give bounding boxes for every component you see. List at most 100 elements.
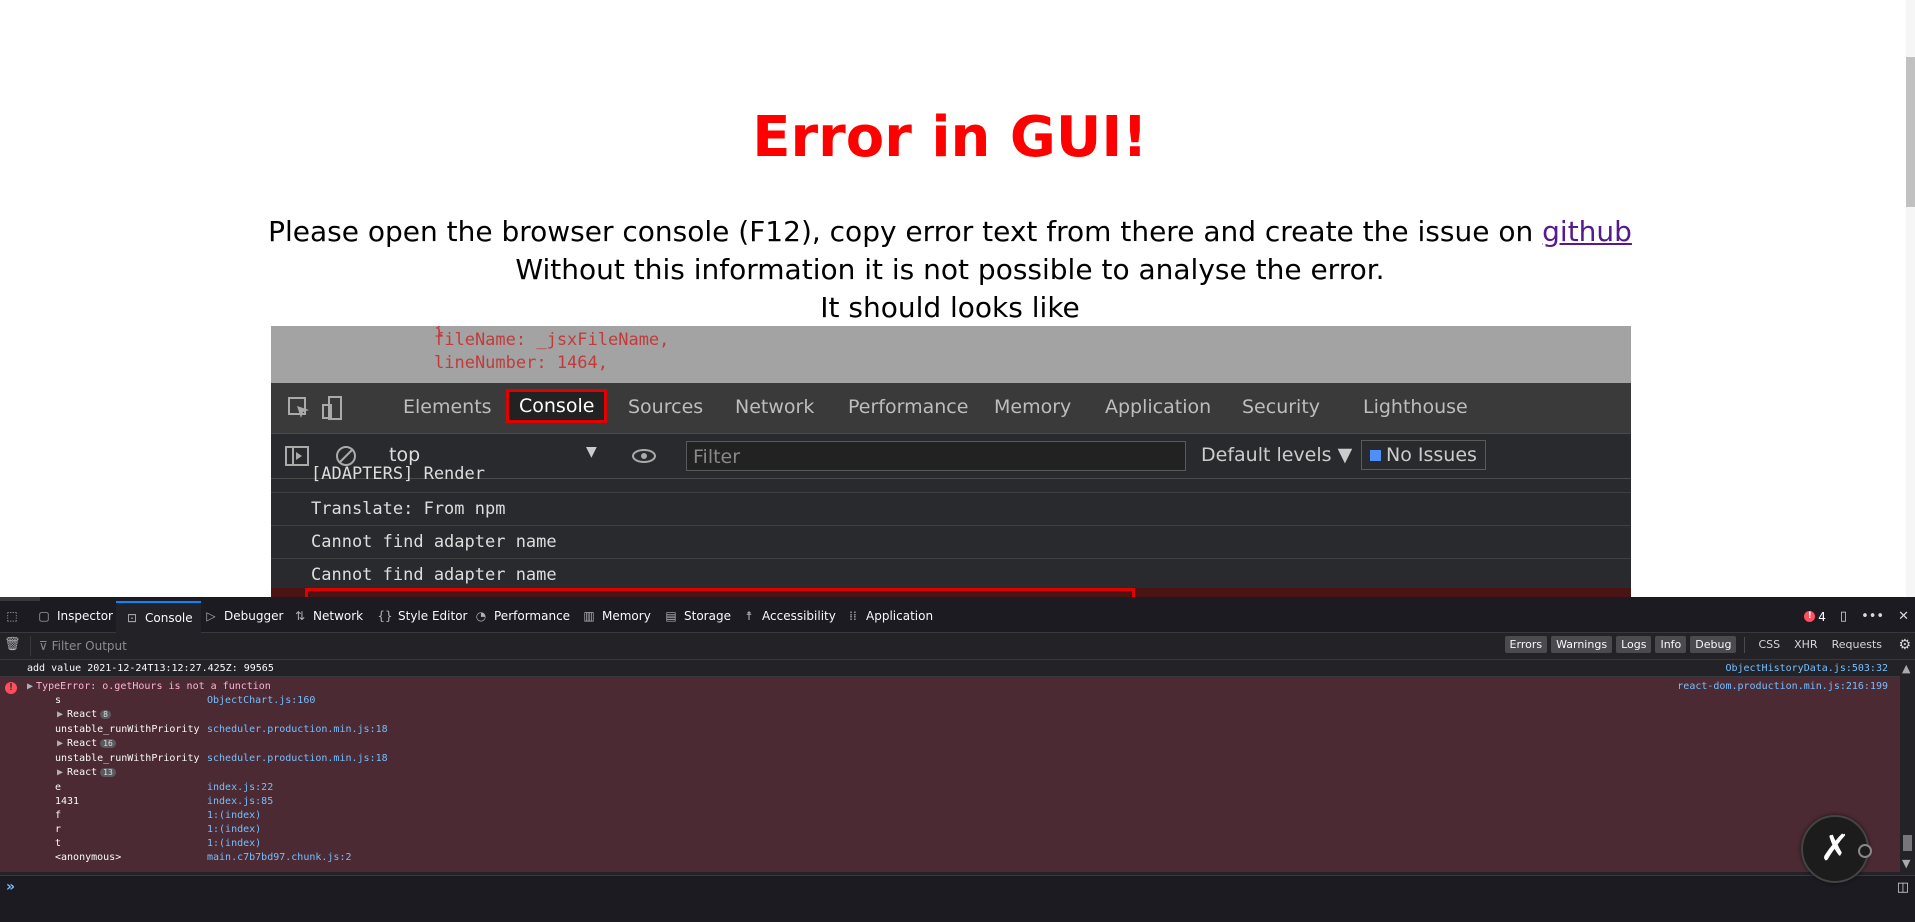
error-source-link[interactable]: react-dom.production.min.js:216:199 — [1677, 681, 1888, 692]
style-editor-icon: {} — [377, 609, 393, 623]
sample-tab-elements: Elements — [403, 396, 492, 418]
console-input[interactable]: » ◫ — [0, 875, 1915, 922]
filter-info-toggle[interactable]: Info — [1655, 636, 1687, 653]
dropdown-arrow-icon: ▼ — [586, 444, 597, 460]
console-filter-bar: 🗑 ⊽ Filter Output Errors Warnings Logs I… — [0, 633, 1915, 660]
stack-frame: t 1:(index) — [55, 838, 262, 849]
error-count-badge[interactable]: ! 4 — [1804, 610, 1826, 624]
sample-filter-input: Filter — [686, 441, 1186, 471]
stack-frame-link[interactable]: ObjectChart.js:160 — [207, 695, 315, 706]
tab-label: Accessibility — [762, 609, 836, 623]
stack-frame-group[interactable]: ▶ React 8 — [57, 709, 111, 720]
example-caption: It should looks like — [820, 291, 1080, 324]
sample-tab-network: Network — [735, 396, 815, 418]
stack-frame-group[interactable]: ▶ React 13 — [57, 767, 116, 778]
console-error-message: ! ▶ TypeError: o.getHours is not a functi… — [0, 677, 1900, 872]
tab-application[interactable]: ⁞⁞ Application — [845, 601, 933, 632]
sample-tab-memory: Memory — [994, 396, 1072, 418]
devtools-panel: ⬚ ▢ Inspector ⊡ Console ▷ Debugger ⇅ Network… — [0, 597, 1915, 922]
tab-label: Style Editor — [398, 609, 468, 623]
page-scrollbar-thumb[interactable] — [1906, 57, 1915, 207]
log-source-link[interactable]: ObjectHistoryData.js:503:32 — [1725, 663, 1888, 674]
sample-context-select: top — [389, 444, 421, 466]
filter-debug-toggle[interactable]: Debug — [1690, 636, 1737, 653]
storage-icon: ▤ — [665, 609, 677, 623]
stack-frame-group[interactable]: ▶ React 16 — [57, 738, 116, 749]
filter-xhr-toggle[interactable]: XHR — [1789, 636, 1822, 653]
network-icon: ⇅ — [294, 609, 306, 623]
tab-accessibility[interactable]: ☨ Accessibility — [741, 601, 836, 632]
stack-frame-link[interactable]: main.c7b7bd97.chunk.js:2 — [207, 852, 352, 863]
tab-label: Memory — [602, 609, 651, 623]
stack-frame: e index.js:22 — [55, 782, 274, 793]
console-output: add value 2021-12-24T13:12:27.425Z: 9956… — [0, 660, 1900, 872]
sidebar-toggle-icon — [285, 446, 309, 466]
error-icon: ! — [5, 682, 17, 694]
sample-tab-sources: Sources — [628, 396, 704, 418]
stack-frame-link[interactable]: 1:(index) — [207, 810, 261, 821]
console-log-message: add value 2021-12-24T13:12:27.425Z: 9956… — [0, 660, 1900, 677]
stack-frame-link[interactable]: scheduler.production.min.js:18 — [207, 724, 388, 735]
filter-logs-toggle[interactable]: Logs — [1616, 636, 1652, 653]
stack-frame-link[interactable]: scheduler.production.min.js:18 — [207, 753, 388, 764]
pick-element-icon: ⬚ — [6, 609, 18, 623]
filter-output-input[interactable]: ⊽ Filter Output — [30, 636, 730, 656]
instruction-line: Please open the browser console (F12), c… — [0, 215, 1900, 248]
tab-memory[interactable]: ▥ Memory — [581, 601, 651, 632]
info-line: Without this information it is not possi… — [515, 253, 1385, 286]
stack-frame-link[interactable]: index.js:85 — [207, 796, 273, 807]
stack-frame-link[interactable]: index.js:22 — [207, 782, 273, 793]
stack-frame-link[interactable]: 1:(index) — [207, 838, 261, 849]
more-options-icon[interactable]: ••• — [1861, 609, 1884, 624]
tab-performance[interactable]: ◔ Performance — [473, 601, 570, 632]
tab-style-editor[interactable]: {} Style Editor — [377, 601, 467, 632]
sample-issues-label: No Issues — [1386, 444, 1477, 466]
filter-requests-toggle[interactable]: Requests — [1827, 636, 1887, 653]
scroll-up-icon[interactable]: ▲ — [1902, 662, 1910, 675]
tab-network[interactable]: ⇅ Network — [292, 601, 363, 632]
scroll-down-icon[interactable]: ▼ — [1902, 857, 1910, 870]
debugger-icon: ▷ — [206, 609, 216, 623]
filter-placeholder: Filter Output — [51, 639, 127, 653]
close-icon[interactable]: ✕ — [1898, 609, 1909, 624]
filter-errors-toggle[interactable]: Errors — [1504, 636, 1548, 653]
dock-side-icon[interactable]: ▯ — [1840, 609, 1847, 624]
tab-label: Inspector — [57, 609, 113, 623]
filter-css-toggle[interactable]: CSS — [1753, 636, 1785, 653]
tab-storage[interactable]: ▤ Storage — [663, 601, 731, 632]
sample-log-line: [ADAPTERS] Render — [271, 464, 1631, 493]
sample-code-line: lineNumber: 1464, — [434, 353, 608, 373]
ring-icon — [1858, 844, 1872, 858]
gear-icon[interactable]: ⚙ — [1898, 637, 1911, 653]
error-message[interactable]: ▶ TypeError: o.getHours is not a function — [27, 681, 271, 692]
floating-app-button[interactable]: ✗ — [1801, 815, 1872, 883]
console-icon: ⊡ — [126, 611, 138, 625]
devtools-toolbar-right: ! 4 ▯ ••• ✕ — [1804, 601, 1915, 632]
expand-triangle-icon: ▶ — [57, 738, 64, 749]
tab-inspector[interactable]: ▢ Inspector — [36, 601, 113, 632]
tab-label: Debugger — [224, 609, 284, 623]
console-scrollbar[interactable]: ▲ ▼ — [1900, 660, 1915, 872]
sample-tab-lighthouse: Lighthouse — [1363, 396, 1468, 418]
group-count-badge: 16 — [100, 739, 116, 748]
error-count: 4 — [1818, 609, 1826, 624]
sample-error-highlight — [271, 588, 1631, 597]
console-scrollbar-thumb[interactable] — [1903, 835, 1912, 851]
tab-debugger[interactable]: ▷ Debugger — [203, 601, 283, 632]
stack-frame: unstable_runWithPriority scheduler.produc… — [55, 724, 388, 735]
performance-icon: ◔ — [475, 609, 487, 623]
pick-element-button[interactable]: ⬚ — [4, 601, 20, 632]
stack-frame-link[interactable]: 1:(index) — [207, 824, 261, 835]
error-page: Error in GUI! Please open the browser co… — [0, 0, 1915, 597]
select-element-icon — [288, 397, 309, 418]
instruction-text: Please open the browser console (F12), c… — [268, 215, 1543, 248]
tab-console[interactable]: ⊡ Console — [116, 601, 201, 634]
tab-label: Network — [313, 609, 364, 623]
trash-icon[interactable]: 🗑 — [4, 637, 21, 652]
inspector-icon: ▢ — [38, 609, 50, 623]
expand-triangle-icon[interactable]: ▶ — [27, 681, 33, 692]
filter-icon: ⊽ — [39, 639, 52, 653]
filter-warnings-toggle[interactable]: Warnings — [1551, 636, 1613, 653]
github-link[interactable]: github — [1542, 215, 1632, 248]
editor-mode-icon[interactable]: ◫ — [1897, 880, 1909, 895]
